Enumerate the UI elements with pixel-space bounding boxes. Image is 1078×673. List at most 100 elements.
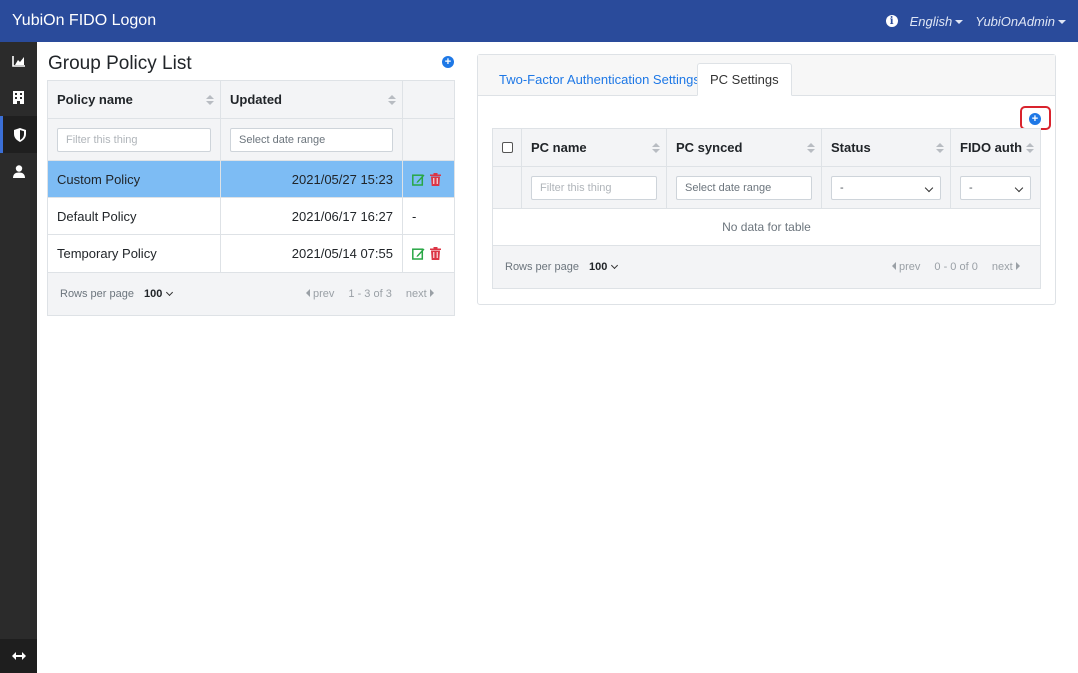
column-header-pc-name[interactable]: PC name [522, 129, 667, 167]
edit-icon[interactable] [412, 173, 425, 186]
actions-cell: - [403, 198, 454, 235]
sort-icon [206, 94, 214, 105]
sort-icon [807, 142, 815, 153]
pc-filter-row: Filter this thing Select date range - - [493, 167, 1040, 209]
add-policy-icon[interactable]: + [442, 56, 454, 68]
policy-table-footer: Rows per page 100 prev 1 - 3 of 3 next [48, 273, 454, 315]
column-label: PC name [531, 140, 587, 155]
select-all-cell [493, 129, 522, 167]
status-select[interactable]: - [831, 175, 941, 200]
tab-two-factor-settings[interactable]: Two-Factor Authentication Settings [487, 63, 712, 96]
pc-table-footer: Rows per page 100 prev 0 - 0 of 0 next [493, 246, 1040, 288]
delete-icon[interactable] [430, 247, 441, 260]
pc-table: PC name PC synced Status FIDO auth Filte… [492, 128, 1041, 289]
rows-per-page-value: 100 [589, 261, 608, 273]
column-label: FIDO auth [960, 140, 1023, 155]
triangle-right-icon [429, 289, 434, 297]
user-dropdown[interactable]: YubiOnAdmin [975, 14, 1066, 29]
rows-per-page-select[interactable]: 100 [589, 261, 619, 273]
next-button[interactable]: next [992, 261, 1020, 273]
settings-tabs: Two-Factor Authentication Settings PC Se… [478, 55, 1055, 96]
column-label: Updated [230, 92, 282, 107]
table-row[interactable]: Temporary Policy 2021/05/14 07:55 [48, 235, 454, 273]
filter-cell [403, 119, 454, 161]
sidebar-item-organization[interactable] [0, 79, 37, 116]
fido-auth-select-value: - [969, 181, 973, 194]
sidebar-item-policy[interactable] [0, 116, 37, 153]
navbar-right: i English YubiOnAdmin [885, 14, 1066, 29]
page-range: 0 - 0 of 0 [934, 261, 978, 273]
filter-cell: Select date range [667, 167, 822, 209]
updated-cell: 2021/06/17 16:27 [221, 198, 403, 235]
sidebar-toggle[interactable] [0, 639, 37, 673]
column-header-actions [403, 81, 454, 119]
pagination: prev 1 - 3 of 3 next [306, 288, 434, 300]
column-header-pc-synced[interactable]: PC synced [667, 129, 822, 167]
updated-date-range-input[interactable]: Select date range [230, 127, 393, 152]
column-header-fido-auth[interactable]: FIDO auth [951, 129, 1040, 167]
building-icon [13, 91, 24, 104]
policy-filter-row: Filter this thing Select date range [48, 119, 454, 161]
next-label: next [991, 261, 1013, 273]
column-header-updated[interactable]: Updated [221, 81, 403, 119]
rows-per-page-select[interactable]: 100 [144, 288, 174, 300]
tab-pc-settings[interactable]: PC Settings [697, 63, 792, 96]
chart-icon [11, 55, 25, 67]
sidebar [0, 42, 37, 673]
next-button[interactable]: next [406, 288, 434, 300]
triangle-right-icon [1015, 262, 1020, 270]
table-row[interactable]: Default Policy 2021/06/17 16:27 - [48, 198, 454, 235]
table-row[interactable]: Custom Policy 2021/05/27 15:23 [48, 161, 454, 198]
updated-cell: 2021/05/27 15:23 [221, 161, 403, 198]
prev-button[interactable]: prev [306, 288, 334, 300]
actions-cell [403, 235, 454, 273]
sort-icon [388, 94, 396, 105]
column-label: Policy name [57, 92, 133, 107]
triangle-left-icon [306, 289, 310, 297]
select-all-checkbox[interactable] [501, 142, 513, 153]
prev-label: prev [899, 261, 921, 273]
chevron-down-icon [611, 261, 619, 270]
pc-table-header: PC name PC synced Status FIDO auth [493, 129, 1040, 167]
pagination: prev 0 - 0 of 0 next [892, 261, 1020, 273]
rows-per-page: Rows per page 100 [60, 288, 174, 300]
sidebar-item-dashboard[interactable] [0, 42, 37, 79]
caret-down-icon [955, 20, 964, 25]
column-label: Status [831, 140, 871, 155]
user-label: YubiOnAdmin [975, 13, 1055, 29]
rows-per-page-value: 100 [144, 288, 163, 300]
top-navbar: YubiOn FIDO Logon i English YubiOnAdmin [0, 0, 1078, 42]
shield-icon [14, 127, 26, 142]
prev-button[interactable]: prev [892, 261, 920, 273]
user-icon [12, 165, 25, 178]
filter-cell [493, 167, 522, 209]
chevron-down-icon [924, 183, 934, 192]
status-select-value: - [840, 181, 844, 194]
info-icon[interactable]: i [885, 15, 898, 27]
pc-name-filter-input[interactable]: Filter this thing [531, 175, 657, 200]
column-header-status[interactable]: Status [822, 129, 951, 167]
sort-icon [1026, 142, 1034, 153]
policy-name-filter-input[interactable]: Filter this thing [57, 127, 211, 152]
policy-table: Policy name Updated Filter this thing Se… [47, 80, 455, 316]
expand-arrows-icon [11, 652, 26, 660]
page-range: 1 - 3 of 3 [348, 288, 392, 300]
pc-synced-date-range-input[interactable]: Select date range [676, 175, 812, 200]
edit-icon[interactable] [412, 247, 425, 260]
fido-auth-select[interactable]: - [960, 175, 1031, 200]
filter-cell: Select date range [221, 119, 403, 161]
policy-name-cell: Custom Policy [48, 161, 221, 198]
sort-icon [936, 142, 944, 153]
brand-title[interactable]: YubiOn FIDO Logon [12, 12, 156, 30]
rows-per-page-label: Rows per page [60, 288, 134, 300]
updated-cell: 2021/05/14 07:55 [221, 235, 403, 273]
delete-icon[interactable] [430, 172, 441, 186]
actions-cell [403, 161, 454, 198]
language-dropdown[interactable]: English [910, 14, 964, 29]
sidebar-item-users[interactable] [0, 153, 37, 190]
rows-per-page: Rows per page 100 [505, 261, 619, 273]
triangle-left-icon [892, 262, 896, 270]
column-header-policy-name[interactable]: Policy name [48, 81, 221, 119]
prev-label: prev [313, 288, 335, 300]
filter-cell: - [822, 167, 951, 209]
